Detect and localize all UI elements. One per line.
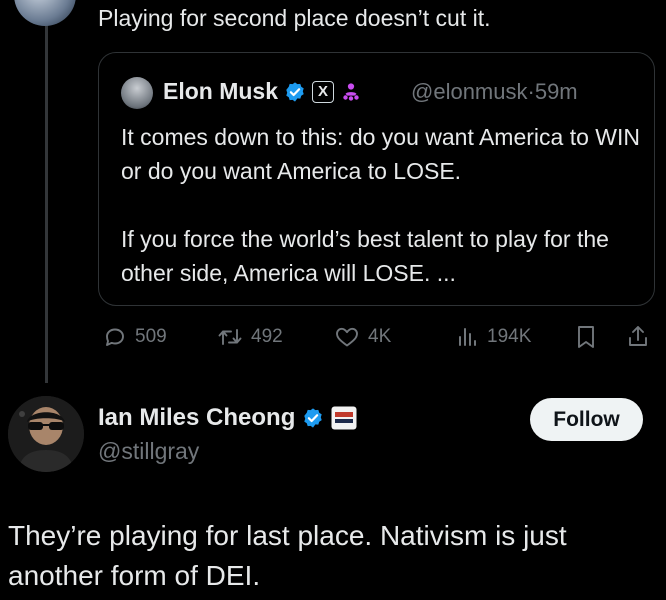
reply-author-photo [8,396,84,472]
bookmark-button[interactable] [575,322,597,352]
reply-count: 509 [135,326,167,347]
repost-count: 492 [251,326,283,347]
like-button[interactable]: 4K [334,322,391,352]
heart-icon [336,327,358,347]
reply-tweet-text: They’re playing for last place. Nativism… [8,520,567,591]
reply-author-name-row: Ian Miles Cheong [98,404,357,432]
quoted-paragraph: If you force the world’s best talent to … [121,226,609,286]
reply-author-handle[interactable]: @stillgray [98,438,199,465]
reply-button[interactable]: 509 [103,322,167,352]
follow-button[interactable]: Follow [530,398,643,441]
quoted-author-name-row: Elon Musk X [163,78,362,105]
quoted-author-name[interactable]: Elon Musk [163,78,278,105]
parent-tweet-text: Playing for second place doesn’t cut it. [98,5,491,31]
reply-icon [106,328,124,346]
share-icon [629,326,647,346]
separator-dot: · [527,79,535,104]
quoted-tweet-time[interactable]: 59m [535,79,578,104]
x-affiliation-badge: X [312,80,335,103]
parent-tweet-avatar[interactable] [14,0,76,26]
views-chart-icon [459,328,476,346]
quoted-author-avatar[interactable] [121,77,153,109]
views-count: 194K [487,326,532,347]
reply-author-name[interactable]: Ian Miles Cheong [98,404,295,432]
repost-button[interactable]: 492 [217,322,283,352]
reply-author-avatar[interactable] [8,396,84,472]
quoted-tweet-body: It comes down to this: do you want Ameri… [121,120,641,324]
thread-line [45,0,48,383]
share-button[interactable] [626,322,650,352]
views-button[interactable]: 194K [455,322,531,352]
verified-badge-icon [286,81,304,102]
quoted-handle-row: @elonmusk·59m [411,79,578,105]
affiliation-people-icon [343,82,359,101]
affiliation-logo-icon [331,406,357,430]
repost-icon [218,329,242,345]
bookmark-icon [578,326,594,348]
verified-badge-icon [304,408,323,428]
like-count: 4K [368,326,392,347]
quoted-author-handle[interactable]: @elonmusk [411,79,528,104]
quoted-paragraph: It comes down to this: do you want Ameri… [121,124,640,184]
